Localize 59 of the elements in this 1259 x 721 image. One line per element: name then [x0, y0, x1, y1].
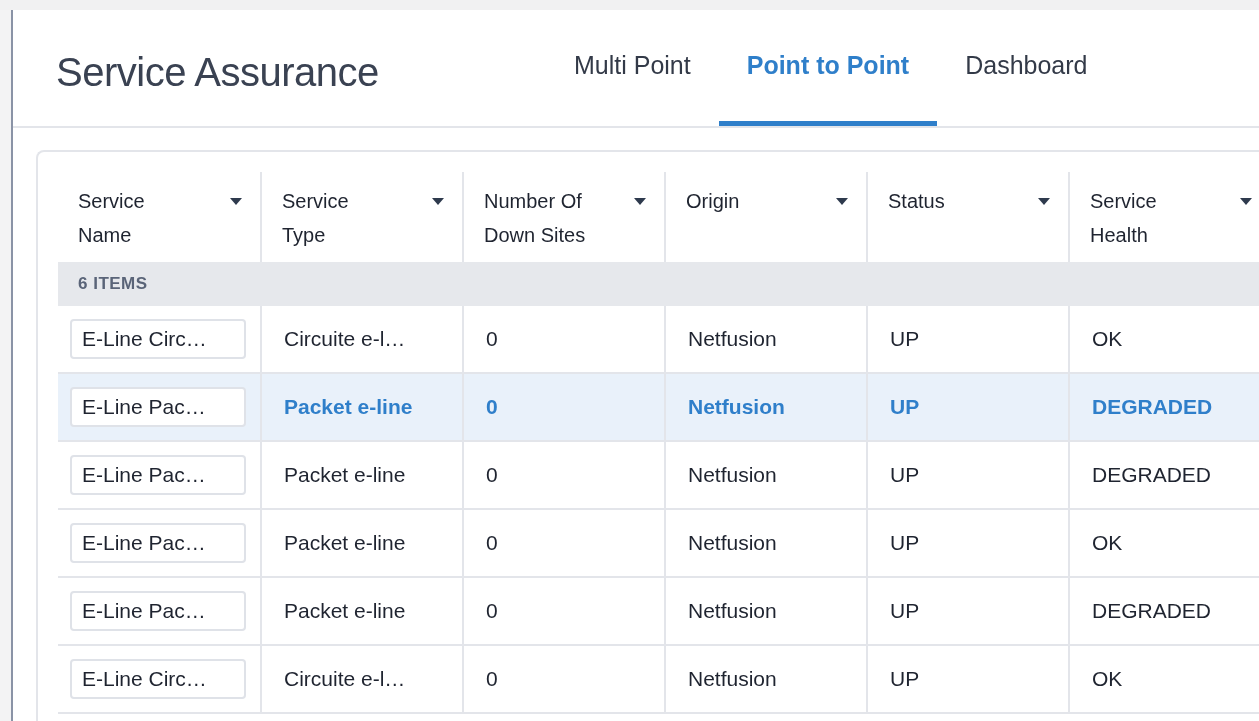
tab[interactable]: Multi Point — [546, 10, 719, 126]
service-name-field[interactable]: E-Line Circ… — [70, 319, 246, 359]
table-cell: DEGRADED — [1092, 463, 1212, 487]
table-cell: OK — [1092, 667, 1123, 691]
column-title: Number Of Down Sites — [484, 189, 587, 248]
caret-icon[interactable] — [1038, 198, 1050, 205]
table-cell: Netfusion — [688, 599, 777, 623]
table-cell: UP — [890, 599, 920, 623]
table-row[interactable]: E-Line Pac… Packet e-line 0 Netfusion UP DEGRADED — [58, 374, 1259, 442]
table-cell: Circuite e-l… — [284, 327, 406, 351]
table-cell: UP — [890, 667, 920, 691]
table-cell: 0 — [486, 463, 498, 487]
service-name-field[interactable]: E-Line Circ… — [70, 659, 246, 699]
column-title: Status — [888, 189, 946, 214]
column-title: Service Name — [78, 189, 146, 248]
tab[interactable]: Point to Point — [718, 10, 938, 126]
table-cell: Packet e-line — [284, 599, 406, 623]
table-cell: 0 — [486, 395, 498, 419]
caret-icon[interactable] — [634, 198, 646, 205]
table-row[interactable]: E-Line Pac… Packet e-line 0 Netfusion UP DEGRADED — [58, 578, 1259, 646]
item-count: 6 ITEMS — [78, 274, 148, 294]
table-cell: Circuite e-l… — [284, 667, 406, 691]
caret-icon[interactable] — [230, 198, 242, 205]
table-cell: DEGRADED — [1092, 395, 1213, 419]
table-cell: Netfusion — [688, 395, 785, 419]
table-cell: 0 — [486, 531, 498, 555]
table-cell: 0 — [486, 599, 498, 623]
table-cell: UP — [890, 463, 920, 487]
table-cell: Netfusion — [688, 463, 777, 487]
service-name-field[interactable]: E-Line Pac… — [70, 591, 246, 631]
table-row[interactable]: E-Line Pac… Packet e-line 0 Netfusion UP OK — [58, 510, 1259, 578]
table-cell: OK — [1092, 327, 1123, 351]
caret-icon[interactable] — [836, 198, 848, 205]
table-cell: DEGRADED — [1092, 599, 1212, 623]
table-row[interactable]: E-Line Circ… Circuite e-l… 0 Netfusion UP OK — [58, 646, 1259, 714]
table-cell: UP — [890, 531, 920, 555]
table-cell: Packet e-line — [284, 463, 406, 487]
caret-icon[interactable] — [432, 198, 444, 205]
table-cell: OK — [1092, 531, 1123, 555]
table-cell: Packet e-line — [284, 395, 413, 419]
table-cell: 0 — [486, 327, 498, 351]
table-cell: Netfusion — [688, 667, 777, 691]
caret-icon[interactable] — [1240, 198, 1252, 205]
column-title: Service Health — [1090, 189, 1158, 248]
table-row[interactable]: E-Line Pac… Packet e-line 0 Netfusion UP DEGRADED — [58, 442, 1259, 510]
tab[interactable]: Dashboard — [937, 10, 1116, 126]
page-title: Service Assurance — [56, 50, 380, 95]
service-name-field[interactable]: E-Line Pac… — [70, 523, 246, 563]
table-cell: Netfusion — [688, 327, 777, 351]
table-cell: 0 — [486, 667, 498, 691]
column-title: Service Type — [282, 189, 350, 248]
table-cell: Netfusion — [688, 531, 777, 555]
service-name-field[interactable]: E-Line Pac… — [70, 455, 246, 495]
table-cell: UP — [890, 395, 920, 419]
service-name-field[interactable]: E-Line Pac… — [70, 387, 246, 427]
column-title: Origin — [686, 189, 741, 214]
column-header[interactable]: Service Name — [58, 172, 260, 262]
table-cell: UP — [890, 327, 920, 351]
table-cell: Packet e-line — [284, 531, 406, 555]
